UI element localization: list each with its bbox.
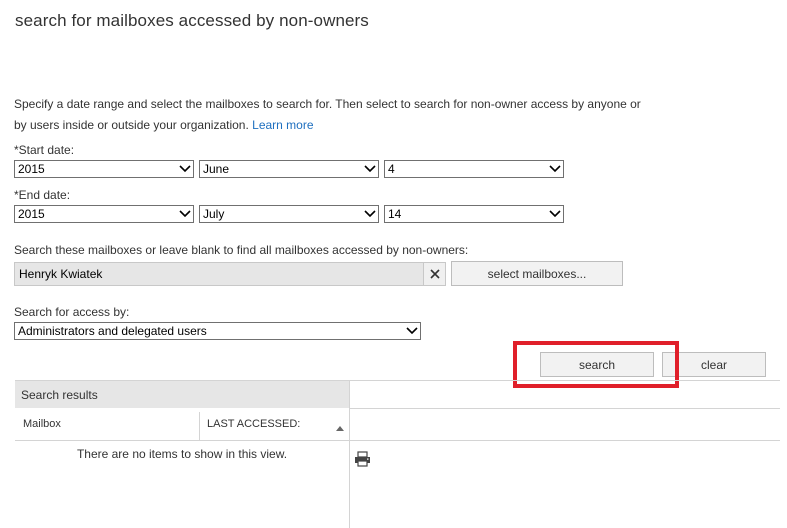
start-month-value: June	[203, 162, 230, 176]
end-year-select[interactable]: 2015	[14, 205, 194, 223]
start-date-label: *Start date:	[14, 143, 75, 157]
end-month-select[interactable]: July	[199, 205, 379, 223]
end-year-value: 2015	[18, 207, 45, 221]
chevron-down-icon	[404, 323, 420, 339]
end-day-select[interactable]: 14	[384, 205, 564, 223]
column-header-mailbox[interactable]: Mailbox	[23, 418, 61, 430]
column-header-divider	[15, 440, 780, 441]
instructions-line-1: Specify a date range and select the mail…	[14, 97, 641, 111]
end-date-label: *End date:	[14, 188, 71, 202]
chevron-down-icon	[547, 206, 563, 222]
instructions-line-2: by users inside or outside your organiza…	[14, 118, 249, 132]
instructions: Specify a date range and select the mail…	[14, 94, 654, 136]
remove-mailbox-button[interactable]	[423, 263, 445, 285]
access-type-value: Administrators and delegated users	[18, 324, 207, 338]
empty-results-message: There are no items to show in this view.	[76, 447, 288, 461]
chevron-down-icon	[177, 206, 193, 222]
end-day-value: 14	[388, 207, 402, 221]
access-type-select[interactable]: Administrators and delegated users	[14, 322, 421, 340]
chevron-down-icon	[362, 206, 378, 222]
start-year-select[interactable]: 2015	[14, 160, 194, 178]
details-divider	[349, 408, 780, 409]
close-icon	[429, 269, 440, 279]
mailbox-picker: Henryk Kwiatek	[14, 262, 446, 286]
start-month-select[interactable]: June	[199, 160, 379, 178]
column-header-last-accessed[interactable]: LAST ACCESSED:	[207, 418, 300, 430]
start-day-value: 4	[388, 162, 395, 176]
printer-icon[interactable]	[354, 451, 371, 470]
chevron-down-icon	[362, 161, 378, 177]
chevron-down-icon	[177, 161, 193, 177]
mailboxes-label: Search these mailboxes or leave blank to…	[14, 243, 469, 257]
page-title: search for mailboxes accessed by non-own…	[15, 11, 369, 30]
chevron-down-icon	[547, 161, 563, 177]
select-mailboxes-button[interactable]: select mailboxes...	[451, 261, 623, 286]
end-month-value: July	[203, 207, 225, 221]
learn-more-link[interactable]: Learn more	[252, 118, 313, 132]
column-divider	[199, 412, 200, 440]
start-day-select[interactable]: 4	[384, 160, 564, 178]
access-label: Search for access by:	[14, 305, 130, 319]
sort-ascending-icon[interactable]	[336, 420, 344, 434]
selected-mailbox: Henryk Kwiatek	[19, 267, 103, 281]
start-year-value: 2015	[18, 162, 45, 176]
results-vertical-divider	[349, 380, 350, 528]
results-header: Search results	[15, 381, 349, 408]
